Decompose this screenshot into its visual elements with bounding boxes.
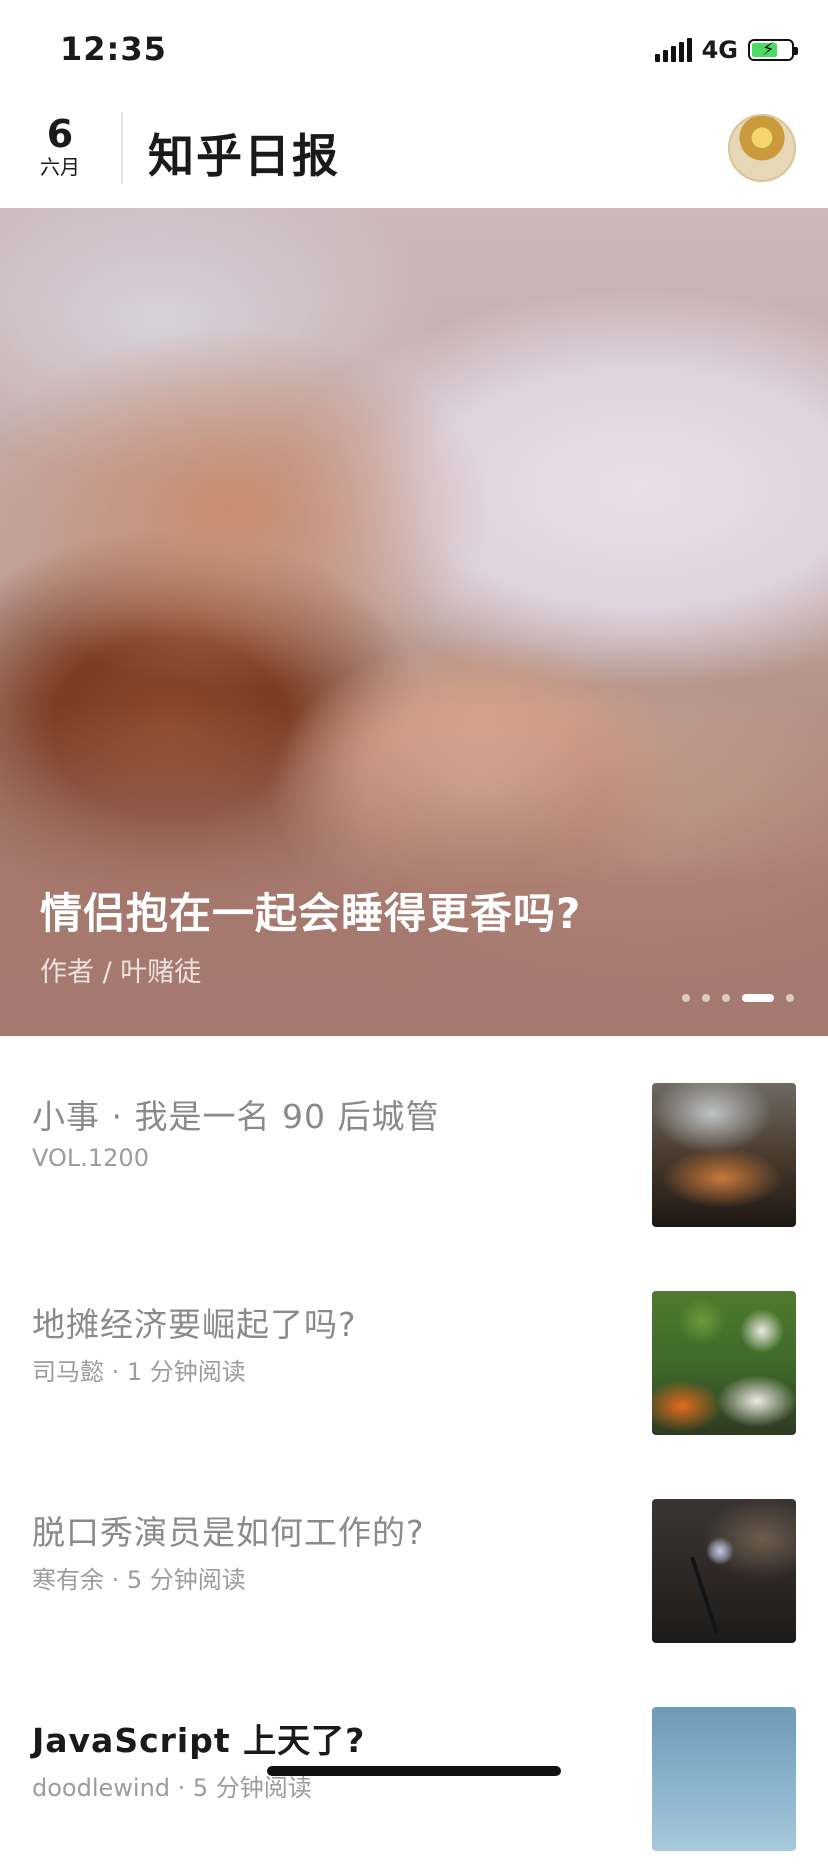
article-item[interactable]: JavaScript 上天了? doodlewind · 5 分钟阅读 [0,1660,828,1868]
app-title: 知乎日报 [148,129,340,183]
article-item[interactable]: 脱口秀演员是如何工作的? 寒有余 · 5 分钟阅读 [0,1452,828,1660]
status-icons: 4G ⚡ [654,36,798,64]
home-indicator[interactable] [267,1766,561,1776]
carousel-dot-active[interactable] [742,994,774,1002]
carousel-dot[interactable] [786,994,794,1002]
article-meta: 寒有余 · 5 分钟阅读 [32,1566,246,1594]
network-label: 4G [701,36,738,64]
article-title[interactable]: 脱口秀演员是如何工作的? [32,1506,425,1554]
carousel-indicator[interactable] [682,994,794,1002]
status-time: 12:35 [60,30,167,68]
avatar-icon[interactable] [728,114,796,182]
article-meta: VOL.1200 [32,1144,149,1172]
app-header: 6 六月 知乎日报 [0,100,828,208]
article-item[interactable]: 地摊经济要崛起了吗? 司马懿 · 1 分钟阅读 [0,1244,828,1452]
article-thumbnail[interactable] [652,1291,796,1435]
date-month: 六月 [40,155,80,179]
date-day: 6 [46,112,74,156]
article-item[interactable]: 小事 · 我是一名 90 后城管 VOL.1200 [0,1036,828,1244]
signal-icon [654,38,692,62]
article-title[interactable]: 地摊经济要崛起了吗? [32,1298,357,1346]
date-display: 6 六月 [34,114,86,180]
status-bar: 12:35 4G ⚡ [0,0,828,100]
battery-charging-icon: ⚡ [748,39,798,61]
hero-banner[interactable]: 情侣抱在一起会睡得更香吗? 作者 / 叶赌徒 [0,208,828,1036]
header-divider [121,112,123,184]
carousel-dot[interactable] [702,994,710,1002]
article-list: 小事 · 我是一名 90 后城管 VOL.1200 地摊经济要崛起了吗? 司马懿… [0,1036,828,1868]
hero-title[interactable]: 情侣抱在一起会睡得更香吗? [40,880,581,941]
hero-author: 作者 / 叶赌徒 [40,957,202,988]
article-thumbnail[interactable] [652,1499,796,1643]
article-meta: 司马懿 · 1 分钟阅读 [32,1358,246,1386]
article-thumbnail[interactable] [652,1083,796,1227]
article-thumbnail[interactable] [652,1707,796,1851]
article-title[interactable]: 小事 · 我是一名 90 后城管 [32,1090,439,1138]
carousel-dot[interactable] [722,994,730,1002]
article-title[interactable]: JavaScript 上天了? [32,1714,365,1762]
carousel-dot[interactable] [682,994,690,1002]
